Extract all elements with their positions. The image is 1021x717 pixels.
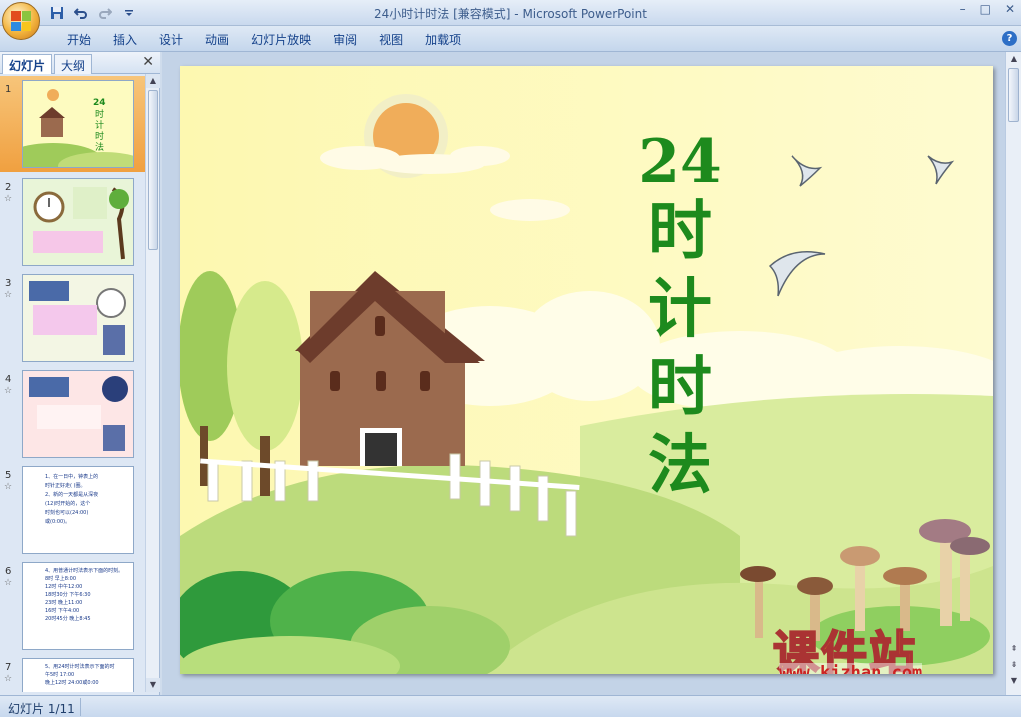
- tab-home[interactable]: 开始: [56, 31, 102, 48]
- animation-star-icon: ☆: [4, 386, 13, 396]
- next-slide-icon[interactable]: ⇟: [1006, 658, 1021, 672]
- animation-star-icon: ☆: [4, 194, 13, 204]
- window-title: 24小时计时法 [兼容模式] - Microsoft PowerPoint: [374, 7, 647, 21]
- thumbnail-scrollbar[interactable]: ▲ ▼: [145, 74, 160, 692]
- status-bar: 幻灯片 1/11: [0, 695, 1021, 717]
- slides-pane: 幻灯片 大纲 ✕ 1 24 时 计 时 法 2 ☆ 3 ☆ 4 ☆ 5 ☆ 1、…: [0, 52, 160, 695]
- svg-text:时: 时: [95, 108, 104, 120]
- slide-thumb-4[interactable]: 4 ☆: [0, 366, 145, 462]
- tab-slideshow[interactable]: 幻灯片放映: [240, 31, 322, 48]
- ribbon-tabs-bar: 开始 插入 设计 动画 幻灯片放映 审阅 视图 加载项 ?: [0, 26, 1021, 52]
- title-char-1: 时: [648, 194, 712, 269]
- slide-thumbnails: 1 24 时 计 时 法 2 ☆ 3 ☆ 4 ☆ 5 ☆ 1、在一日中，钟表上的…: [0, 76, 145, 692]
- close-button[interactable]: ✕: [1005, 2, 1015, 16]
- slide-thumb-6[interactable]: 6 ☆ 4、用普通计时法表示下面的时刻。 8时 早上8:00 12时 中午12:…: [0, 558, 145, 654]
- title-char-2: 计: [648, 272, 712, 347]
- slide-scrollbar[interactable]: ▲ ⇞ ⇟ ▼: [1005, 52, 1021, 695]
- redo-icon[interactable]: [96, 4, 114, 22]
- title-char-3: 时: [648, 350, 712, 425]
- window-controls: – □ ✕: [960, 2, 1015, 16]
- title-number: 24: [638, 127, 722, 197]
- animation-star-icon: ☆: [4, 674, 13, 684]
- tab-view[interactable]: 视图: [368, 31, 414, 48]
- tab-review[interactable]: 审阅: [322, 31, 368, 48]
- scroll-thumb[interactable]: [1008, 68, 1019, 122]
- watermark-logo: 课件站 www.kjzhan.com: [772, 623, 993, 674]
- slide-number: 2: [5, 182, 12, 193]
- pane-close-icon[interactable]: ✕: [142, 54, 154, 70]
- slide-thumb-5[interactable]: 5 ☆ 1、在一日中，钟表上的 时针正好走( )圈。 2、新的一天都是从深夜 (…: [0, 462, 145, 558]
- animation-star-icon: ☆: [4, 578, 13, 588]
- svg-text:计: 计: [95, 119, 104, 131]
- slide-3-preview: [22, 274, 134, 362]
- slide-thumb-1[interactable]: 1 24 时 计 时 法: [0, 76, 145, 172]
- svg-text:24: 24: [93, 98, 106, 108]
- slide-2-preview: [22, 178, 134, 266]
- tab-design[interactable]: 设计: [148, 31, 194, 48]
- slide-thumb-3[interactable]: 3 ☆: [0, 270, 145, 366]
- animation-star-icon: ☆: [4, 290, 13, 300]
- minimize-button[interactable]: –: [960, 2, 966, 16]
- slide-thumb-7[interactable]: 7 ☆ 5、用24时计时法表示下面的时 午5时 17:00 晚上12时 24:0…: [0, 654, 145, 692]
- office-logo-icon: [11, 11, 31, 31]
- slide-6-preview: 4、用普通计时法表示下面的时刻。 8时 早上8:00 12时 中午12:00 1…: [22, 562, 134, 650]
- slide-5-preview: 1、在一日中，钟表上的 时针正好走( )圈。 2、新的一天都是从深夜 (12)时…: [22, 466, 134, 554]
- slide-editing-area: 24 时 计 时 法 课件站 www.kjzhan.com: [162, 52, 1005, 695]
- tab-slides[interactable]: 幻灯片: [2, 54, 53, 74]
- maximize-button[interactable]: □: [980, 2, 991, 16]
- slide-7-preview: 5、用24时计时法表示下面的时 午5时 17:00 晚上12时 24:00或0:…: [22, 658, 134, 692]
- slide-thumb-2[interactable]: 2 ☆: [0, 174, 145, 270]
- ribbon-tabs: 开始 插入 设计 动画 幻灯片放映 审阅 视图 加载项: [56, 31, 472, 48]
- slide-1-preview: 24 时 计 时 法: [22, 80, 134, 168]
- title-bar: 24小时计时法 [兼容模式] - Microsoft PowerPoint – …: [0, 0, 1021, 26]
- svg-text:法: 法: [95, 141, 104, 153]
- slide-number: 4: [5, 374, 12, 385]
- slide-number: 6: [5, 566, 12, 577]
- slide-canvas[interactable]: 24 时 计 时 法 课件站 www.kjzhan.com: [180, 66, 993, 674]
- help-icon[interactable]: ?: [1002, 31, 1017, 46]
- status-divider: [80, 698, 81, 716]
- scroll-thumb[interactable]: [148, 90, 158, 250]
- scroll-up-icon[interactable]: ▲: [1006, 52, 1021, 66]
- title-char-4: 法: [648, 428, 712, 503]
- scroll-up-icon[interactable]: ▲: [146, 74, 160, 88]
- scroll-down-icon[interactable]: ▼: [1006, 674, 1021, 688]
- slide-4-preview: [22, 370, 134, 458]
- undo-icon[interactable]: [72, 4, 90, 22]
- slide-indicator: 幻灯片 1/11: [8, 702, 75, 716]
- pane-tabs: 幻灯片 大纲 ✕: [0, 52, 160, 74]
- tab-outline[interactable]: 大纲: [54, 54, 93, 74]
- scroll-down-icon[interactable]: ▼: [146, 678, 160, 692]
- customize-icon[interactable]: [120, 4, 138, 22]
- tab-animations[interactable]: 动画: [194, 31, 240, 48]
- slide-title[interactable]: 24 时 计 时 法: [635, 131, 725, 505]
- slide-number: 1: [5, 84, 12, 95]
- slide-number: 3: [5, 278, 12, 289]
- watermark-url: www.kjzhan.com: [779, 663, 923, 674]
- quick-access-toolbar: [48, 4, 138, 22]
- animation-star-icon: ☆: [4, 482, 13, 492]
- tab-addins[interactable]: 加载项: [414, 31, 472, 48]
- slide-background-art: [180, 66, 993, 674]
- previous-slide-icon[interactable]: ⇞: [1006, 642, 1021, 656]
- slide-number: 5: [5, 470, 12, 481]
- save-icon[interactable]: [48, 4, 66, 22]
- svg-text:时: 时: [95, 130, 104, 142]
- tab-insert[interactable]: 插入: [102, 31, 148, 48]
- office-button[interactable]: [2, 2, 40, 40]
- slide-number: 7: [5, 662, 12, 673]
